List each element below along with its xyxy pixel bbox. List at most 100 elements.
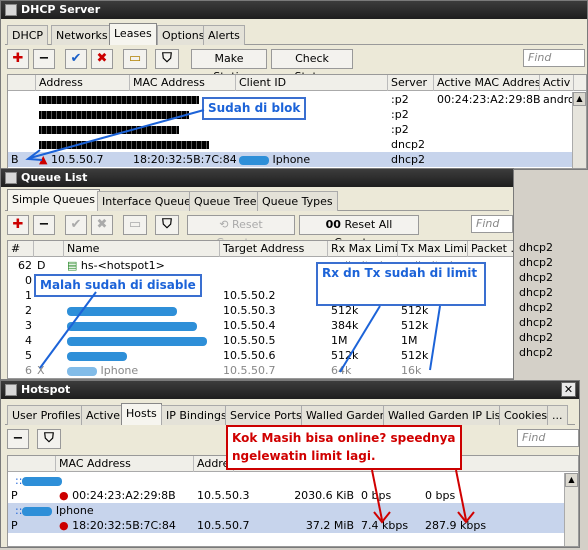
annotation-blocked: Sudah di blok (202, 97, 307, 120)
remove-icon[interactable]: − (33, 215, 55, 235)
make-static-button[interactable]: Make Static (191, 49, 267, 83)
filter-icon[interactable]: ⛉ (37, 429, 61, 449)
reset-counters-button[interactable]: ⟲ Reset Counters (187, 215, 295, 249)
reset-all-counters-button[interactable]: 00 Reset All Counters (299, 215, 419, 249)
close-icon[interactable]: ✕ (561, 382, 576, 397)
col-server[interactable]: Server (388, 75, 434, 91)
col-mac-address[interactable]: MAC Address (56, 456, 194, 472)
queue-icon: ▤ (67, 259, 78, 272)
check-status-button[interactable]: Check Status (271, 49, 353, 83)
col-mac-address[interactable]: MAC Address (130, 75, 236, 91)
table-row-selected[interactable]: P ● 18:20:32:5B:7C:84 10.5.50.7 37.2 MiB… (8, 518, 578, 533)
redacted-text (39, 141, 209, 149)
tab-active[interactable]: Active (81, 405, 126, 425)
scroll-up-icon[interactable]: ▲ (573, 92, 586, 106)
redacted-text (39, 111, 189, 119)
warning-icon: ▲ (39, 153, 48, 166)
col-packet[interactable]: Packet ... (468, 241, 513, 257)
remove-icon[interactable]: − (33, 49, 55, 69)
table-row-disabled[interactable]: 6 X Iphone 10.5.50.7 64k 16k (8, 363, 513, 378)
leases-table: Address MAC Address Client ID Server Act… (7, 74, 587, 169)
queue-toolbar: ✚ − ✔ ✖ ▭ ⛉ ⟲ Reset Counters 00 Reset Al… (5, 213, 513, 249)
tab-leases[interactable]: Leases (109, 23, 157, 45)
dhcp-title-bar[interactable]: DHCP Server (1, 1, 587, 19)
tab-simple-queues[interactable]: Simple Queues (7, 189, 100, 211)
tab-alerts[interactable]: Alerts (203, 25, 245, 45)
annotation-question: Kok Masih bisa online? speednya ngelewat… (226, 425, 462, 470)
find-input[interactable]: Find (517, 429, 579, 447)
tab-service-ports[interactable]: Service Ports (225, 405, 307, 425)
queue-tabs: Simple Queues Interface Queues Queue Tre… (5, 189, 509, 211)
table-row[interactable]: P ● 00:24:23:A2:29:8B 10.5.50.3 2030.6 K… (8, 488, 578, 503)
comment-icon[interactable]: ▭ (123, 49, 147, 69)
reset-icon: ⟲ (219, 218, 232, 231)
col-number[interactable]: # (8, 241, 34, 257)
redacted-text (22, 476, 63, 486)
tab-networks[interactable]: Networks (51, 25, 113, 45)
table-row-selected[interactable]: B ▲ 10.5.50.7 18:20:32:5B:7C:84 Iphone d… (8, 152, 586, 167)
remove-icon[interactable]: − (7, 429, 29, 449)
col-name[interactable]: Name (64, 241, 220, 257)
tab-interface-queues[interactable]: Interface Queues (97, 191, 202, 211)
enable-icon[interactable]: ✔ (65, 215, 87, 235)
window-icon (5, 384, 17, 396)
redacted-text (39, 126, 179, 134)
tab-queue-types[interactable]: Queue Types (257, 191, 338, 211)
annotation-limited: Rx dn Tx sudah di limit (316, 262, 486, 306)
col-active-mac[interactable]: Active MAC Address (434, 75, 540, 91)
find-input[interactable]: Find (523, 49, 585, 67)
group-row: :: Iphone (8, 503, 578, 518)
scroll-up-icon[interactable]: ▲ (565, 473, 578, 487)
queue-title-bar[interactable]: Queue List (1, 169, 513, 187)
tab-user-profiles[interactable]: User Profiles (7, 405, 86, 425)
tab-walled-garden[interactable]: Walled Garden (301, 405, 392, 425)
redacted-text (67, 336, 207, 346)
table-row[interactable]: 5 10.5.50.6 512k 512k (8, 348, 513, 363)
table-row[interactable]: :p2 (8, 122, 586, 137)
hotspot-title-bar[interactable]: Hotspot ✕ (1, 381, 579, 399)
col-client-id[interactable]: Client ID (236, 75, 388, 91)
vertical-scrollbar[interactable]: ▲ (572, 92, 586, 168)
host-icon: ● (59, 519, 69, 532)
table-row[interactable]: dncp2 (8, 137, 586, 152)
col-active[interactable]: Activ (540, 75, 574, 91)
col-rx-max-limit[interactable]: Rx Max Limit (328, 241, 398, 257)
hotspot-title: Hotspot (21, 383, 71, 396)
table-row[interactable]: 4 10.5.50.5 1M 1M (8, 333, 513, 348)
tab-queue-tree[interactable]: Queue Tree (189, 191, 262, 211)
enable-icon[interactable]: ✔ (65, 49, 87, 69)
redacted-text (67, 366, 97, 376)
tab-ip-bindings[interactable]: IP Bindings (161, 405, 232, 425)
hotspot-tabs: User Profiles Active Hosts IP Bindings S… (5, 403, 575, 425)
filter-icon[interactable]: ⛉ (155, 49, 179, 69)
dhcp-server-window: DHCP Server DHCP Networks Leases Options… (0, 0, 588, 170)
add-icon[interactable]: ✚ (7, 215, 29, 235)
filter-icon[interactable]: ⛉ (155, 215, 179, 235)
window-icon (5, 4, 17, 16)
comment-icon[interactable]: ▭ (123, 215, 147, 235)
redacted-text (239, 155, 269, 165)
col-address[interactable]: Address (36, 75, 130, 91)
vertical-scrollbar[interactable]: ▲ (564, 473, 578, 546)
col-target-address[interactable]: Target Address (220, 241, 328, 257)
find-input[interactable]: Find (471, 215, 513, 233)
disable-icon[interactable]: ✖ (91, 49, 113, 69)
tab-hosts[interactable]: Hosts (121, 403, 162, 425)
redacted-text (67, 321, 197, 331)
disable-icon[interactable]: ✖ (91, 215, 113, 235)
queues-table: # Name Target Address Rx Max Limit Tx Ma… (7, 240, 513, 379)
tab-more[interactable]: ... (547, 405, 568, 425)
tab-dhcp[interactable]: DHCP (7, 25, 49, 45)
queues-header: # Name Target Address Rx Max Limit Tx Ma… (8, 241, 513, 257)
redacted-text (67, 351, 127, 361)
redacted-text (67, 306, 177, 316)
table-row[interactable]: 3 10.5.50.4 384k 512k (8, 318, 513, 333)
dhcp-toolbar: ✚ − ✔ ✖ ▭ ⛉ Make Static Check Status Fin… (5, 47, 585, 83)
tab-cookies[interactable]: Cookies (499, 405, 553, 425)
tab-walled-garden-ip-list[interactable]: Walled Garden IP List (383, 405, 510, 425)
col-tx-max-limit[interactable]: Tx Max Limit (398, 241, 468, 257)
queue-title: Queue List (21, 171, 88, 184)
add-icon[interactable]: ✚ (7, 49, 29, 69)
tab-options[interactable]: Options (157, 25, 210, 45)
group-row: :: (8, 473, 578, 488)
